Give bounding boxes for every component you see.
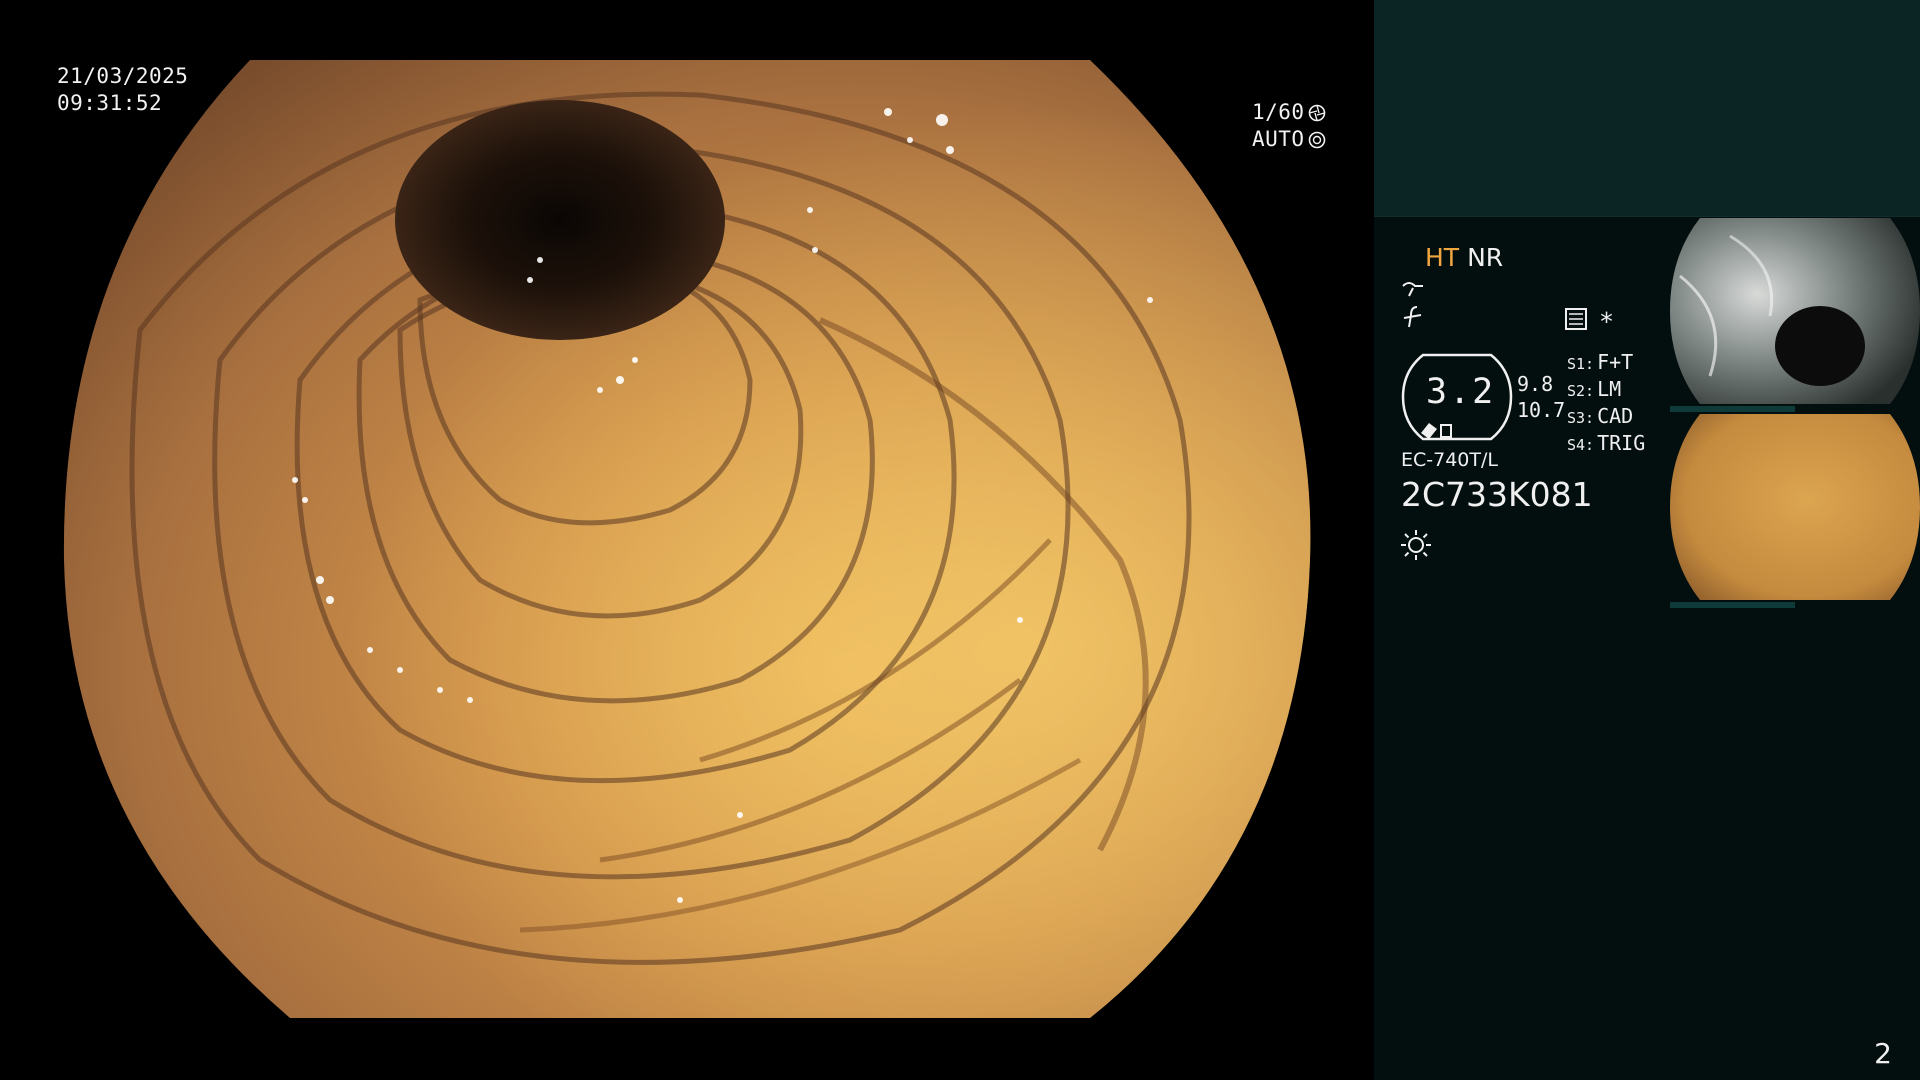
switch-item: S2: LM — [1567, 377, 1645, 404]
switch-item: S4: TRIG — [1567, 431, 1645, 458]
thumbnail-2-bar — [1670, 602, 1795, 608]
thumbnail-2[interactable] — [1670, 412, 1920, 608]
time-label: 09:31:52 — [57, 91, 163, 115]
exposure-overlay: 1/60 AUTO — [1252, 99, 1326, 153]
curve-icon — [1402, 282, 1423, 297]
thumbnail-1[interactable] — [1670, 216, 1920, 412]
zoom-sub-value-1: 9.8 — [1517, 372, 1554, 396]
sidebar-header-panel — [1374, 0, 1920, 217]
zoom-value: 3.2 — [1426, 372, 1496, 412]
enhance-icon — [1403, 306, 1422, 328]
iris-icon — [1308, 131, 1325, 148]
scope-model: EC-740T/L — [1401, 449, 1498, 471]
sun-icon — [1401, 530, 1431, 560]
thumbnail-2-image — [1670, 414, 1920, 600]
menu-list-icon — [1565, 308, 1587, 330]
switch-value: F+T — [1597, 350, 1634, 374]
datetime-overlay: 21/03/2025 09:31:52 — [57, 63, 188, 117]
switch-value: LM — [1597, 377, 1622, 401]
switch-key: S4: — [1567, 436, 1595, 454]
switch-value: CAD — [1597, 404, 1634, 428]
switch-item: S3: CAD — [1567, 404, 1645, 431]
thumbnail-1-image — [1670, 218, 1920, 404]
thumbnail-stack — [1670, 216, 1920, 608]
switch-item: S1: F+T — [1567, 350, 1645, 377]
switch-key: S1: — [1567, 355, 1595, 373]
zoom-sub-value-2: 10.7 — [1517, 398, 1566, 422]
endoscopic-image — [63, 60, 1311, 1018]
scope-serial: 2C733K081 — [1401, 475, 1593, 514]
switch-value: TRIG — [1597, 431, 1646, 455]
mode-ht-label: HT — [1425, 243, 1460, 272]
shutter-icon — [1308, 104, 1325, 121]
switch-key: S2: — [1567, 382, 1595, 400]
scope-switch-list: S1: F+T S2: LM S3: CAD S4: TRIG — [1567, 350, 1645, 458]
page-number: 2 — [1874, 1037, 1892, 1070]
date-label: 21/03/2025 — [57, 64, 189, 88]
mode-nr-label: NR — [1467, 243, 1504, 272]
processing-mode-row: HT NR — [1425, 243, 1503, 272]
endoscope-main-view: 21/03/2025 09:31:52 1/60 AUTO — [0, 0, 1374, 1080]
star-marker: * — [1599, 307, 1615, 336]
shutter-speed-label: 1/60 — [1252, 100, 1305, 124]
switch-key: S3: — [1567, 409, 1595, 427]
info-sidebar: HT NR 3.2 9.8 10.7 * S1: F+T S2: LM S3: CAD … — [1374, 0, 1920, 1080]
iris-mode-label: AUTO — [1252, 127, 1305, 151]
